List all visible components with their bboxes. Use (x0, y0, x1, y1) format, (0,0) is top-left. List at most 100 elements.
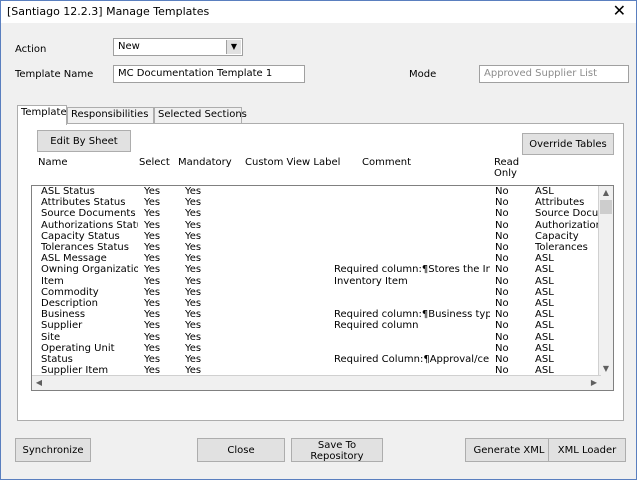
table-row[interactable]: Owning Organization Yes Yes Required column… (32, 264, 613, 276)
table-row[interactable]: Source Documents Stat Yes Yes No Source Docu… (32, 208, 613, 220)
cell-table: ASL (535, 354, 554, 365)
cell-table: ASL (535, 253, 554, 265)
cell-read-only: No (495, 186, 509, 197)
table-row[interactable]: Tolerances Status Yes Yes No Tolerances (32, 242, 613, 253)
cell-read-only: No (495, 354, 509, 365)
table-row[interactable]: Description Yes Yes No ASL (32, 298, 613, 309)
synchronize-label: Synchronize (22, 444, 84, 456)
title-bar: [Santiago 12.2.3] Manage Templates ✕ (1, 1, 636, 23)
cell-mandatory: Yes (185, 298, 202, 309)
mode-field: Approved Supplier List (479, 65, 629, 83)
cell-mandatory: Yes (185, 253, 202, 265)
action-select[interactable]: New ▼ (113, 38, 243, 56)
scroll-left-icon[interactable]: ◀ (32, 376, 46, 390)
cell-mandatory: Yes (185, 286, 202, 298)
horizontal-scrollbar[interactable]: ◀ ▶ (32, 375, 601, 390)
cell-mandatory: Yes (185, 186, 202, 197)
mode-value: Approved Supplier List (484, 68, 598, 79)
table-row[interactable]: Status Yes Yes Required Column:¶Approval/ce… (32, 354, 613, 365)
close-label: Close (227, 444, 255, 456)
cell-table: ASL (535, 264, 554, 276)
cell-mandatory: Yes (185, 320, 202, 332)
tab-responsibilities[interactable]: Responsibilities (67, 107, 154, 123)
vertical-scrollbar[interactable]: ▲ ▼ (598, 186, 613, 376)
template-name-input[interactable]: MC Documentation Template 1 (113, 65, 305, 83)
cell-table: Tolerances (535, 242, 588, 253)
generate-xml-button[interactable]: Generate XML (465, 438, 553, 462)
cell-mandatory: Yes (185, 309, 202, 321)
action-label: Action (15, 44, 47, 55)
table-row[interactable]: Commodity Yes Yes No ASL (32, 286, 613, 298)
cell-select: Yes (144, 264, 161, 276)
cell-mandatory: Yes (185, 264, 202, 276)
cell-read-only: No (495, 286, 509, 298)
cell-read-only: No (495, 342, 509, 354)
table-row[interactable]: ASL Message Yes Yes No ASL (32, 253, 613, 265)
table-row[interactable]: Item Yes Yes Inventory Item No ASL (32, 275, 613, 287)
table-row[interactable]: ASL Status Yes Yes No ASL (32, 186, 613, 197)
edit-by-sheet-label: Edit By Sheet (50, 135, 118, 147)
cell-select: Yes (144, 331, 161, 343)
cell-table: Source Docume (535, 208, 599, 220)
column-header-read-only-line2: Only (494, 168, 517, 179)
table-row[interactable]: Operating Unit Yes Yes No ASL (32, 342, 613, 354)
synchronize-button[interactable]: Synchronize (15, 438, 91, 462)
cell-name: Attributes Status (41, 197, 126, 209)
cell-name: Authorizations Status (41, 219, 138, 231)
column-header-select: Select (139, 157, 170, 168)
override-tables-button[interactable]: Override Tables (522, 133, 614, 155)
template-name-label: Template Name (15, 69, 94, 80)
cell-select: Yes (144, 186, 161, 197)
table-row[interactable]: Authorizations Status Yes Yes No Authorizati… (32, 219, 613, 231)
chevron-down-icon[interactable]: ▼ (226, 40, 241, 54)
table-row[interactable]: Site Yes Yes No ASL (32, 331, 613, 343)
cell-table: Attributes (535, 197, 585, 209)
edit-by-sheet-button[interactable]: Edit By Sheet (37, 130, 131, 152)
cell-comment: Required column:¶Stores the Invento (334, 264, 490, 276)
cell-select: Yes (144, 342, 161, 354)
cell-read-only: No (495, 242, 509, 253)
cell-read-only: No (495, 264, 509, 276)
cell-table: ASL (535, 186, 554, 197)
cell-comment: Required Column:¶Approval/certifica (334, 354, 490, 365)
table-row[interactable]: Supplier Yes Yes Required column No ASL (32, 320, 613, 332)
cell-read-only: No (495, 253, 509, 265)
action-selected-value: New (118, 41, 140, 52)
cell-table: Authorizations (535, 219, 599, 231)
cell-mandatory: Yes (185, 275, 202, 287)
cell-table: ASL (535, 320, 554, 332)
cell-read-only: No (495, 309, 509, 321)
table-row[interactable]: Business Yes Yes Required column:¶Business … (32, 309, 613, 321)
cell-comment: Required column:¶Business type of D (334, 309, 490, 321)
cell-mandatory: Yes (185, 342, 202, 354)
cell-select: Yes (144, 197, 161, 209)
close-window-icon[interactable]: ✕ (613, 2, 626, 20)
cell-table: ASL (535, 275, 554, 287)
cell-table: Capacity (535, 230, 579, 242)
cell-name: Owning Organization (41, 264, 138, 276)
table-row[interactable]: Capacity Status Yes Yes No Capacity (32, 230, 613, 242)
save-to-repository-button[interactable]: Save To Repository (291, 438, 383, 462)
close-button[interactable]: Close (197, 438, 285, 462)
vertical-scroll-thumb[interactable] (600, 200, 612, 214)
cell-mandatory: Yes (185, 242, 202, 253)
template-grid[interactable]: ASL Status Yes Yes No ASL Attributes Status Ye… (31, 185, 614, 391)
cell-comment: Inventory Item (334, 275, 408, 287)
cell-table: ASL (535, 342, 554, 354)
template-name-value: MC Documentation Template 1 (118, 68, 273, 79)
tab-template[interactable]: Template (17, 105, 67, 125)
cell-select: Yes (144, 286, 161, 298)
cell-name: Status (41, 354, 73, 365)
column-header-mandatory: Mandatory (178, 157, 232, 168)
xml-loader-button[interactable]: XML Loader (548, 438, 626, 462)
scroll-down-icon[interactable]: ▼ (599, 362, 613, 376)
tab-selected-sections[interactable]: Selected Sections (154, 107, 247, 123)
generate-xml-label: Generate XML (473, 444, 545, 456)
cell-table: ASL (535, 298, 554, 309)
cell-mandatory: Yes (185, 208, 202, 220)
cell-mandatory: Yes (185, 354, 202, 365)
table-row[interactable]: Attributes Status Yes Yes No Attributes (32, 197, 613, 209)
scroll-up-icon[interactable]: ▲ (599, 186, 613, 200)
cell-table: ASL (535, 286, 554, 298)
cell-name: Business (41, 309, 86, 321)
